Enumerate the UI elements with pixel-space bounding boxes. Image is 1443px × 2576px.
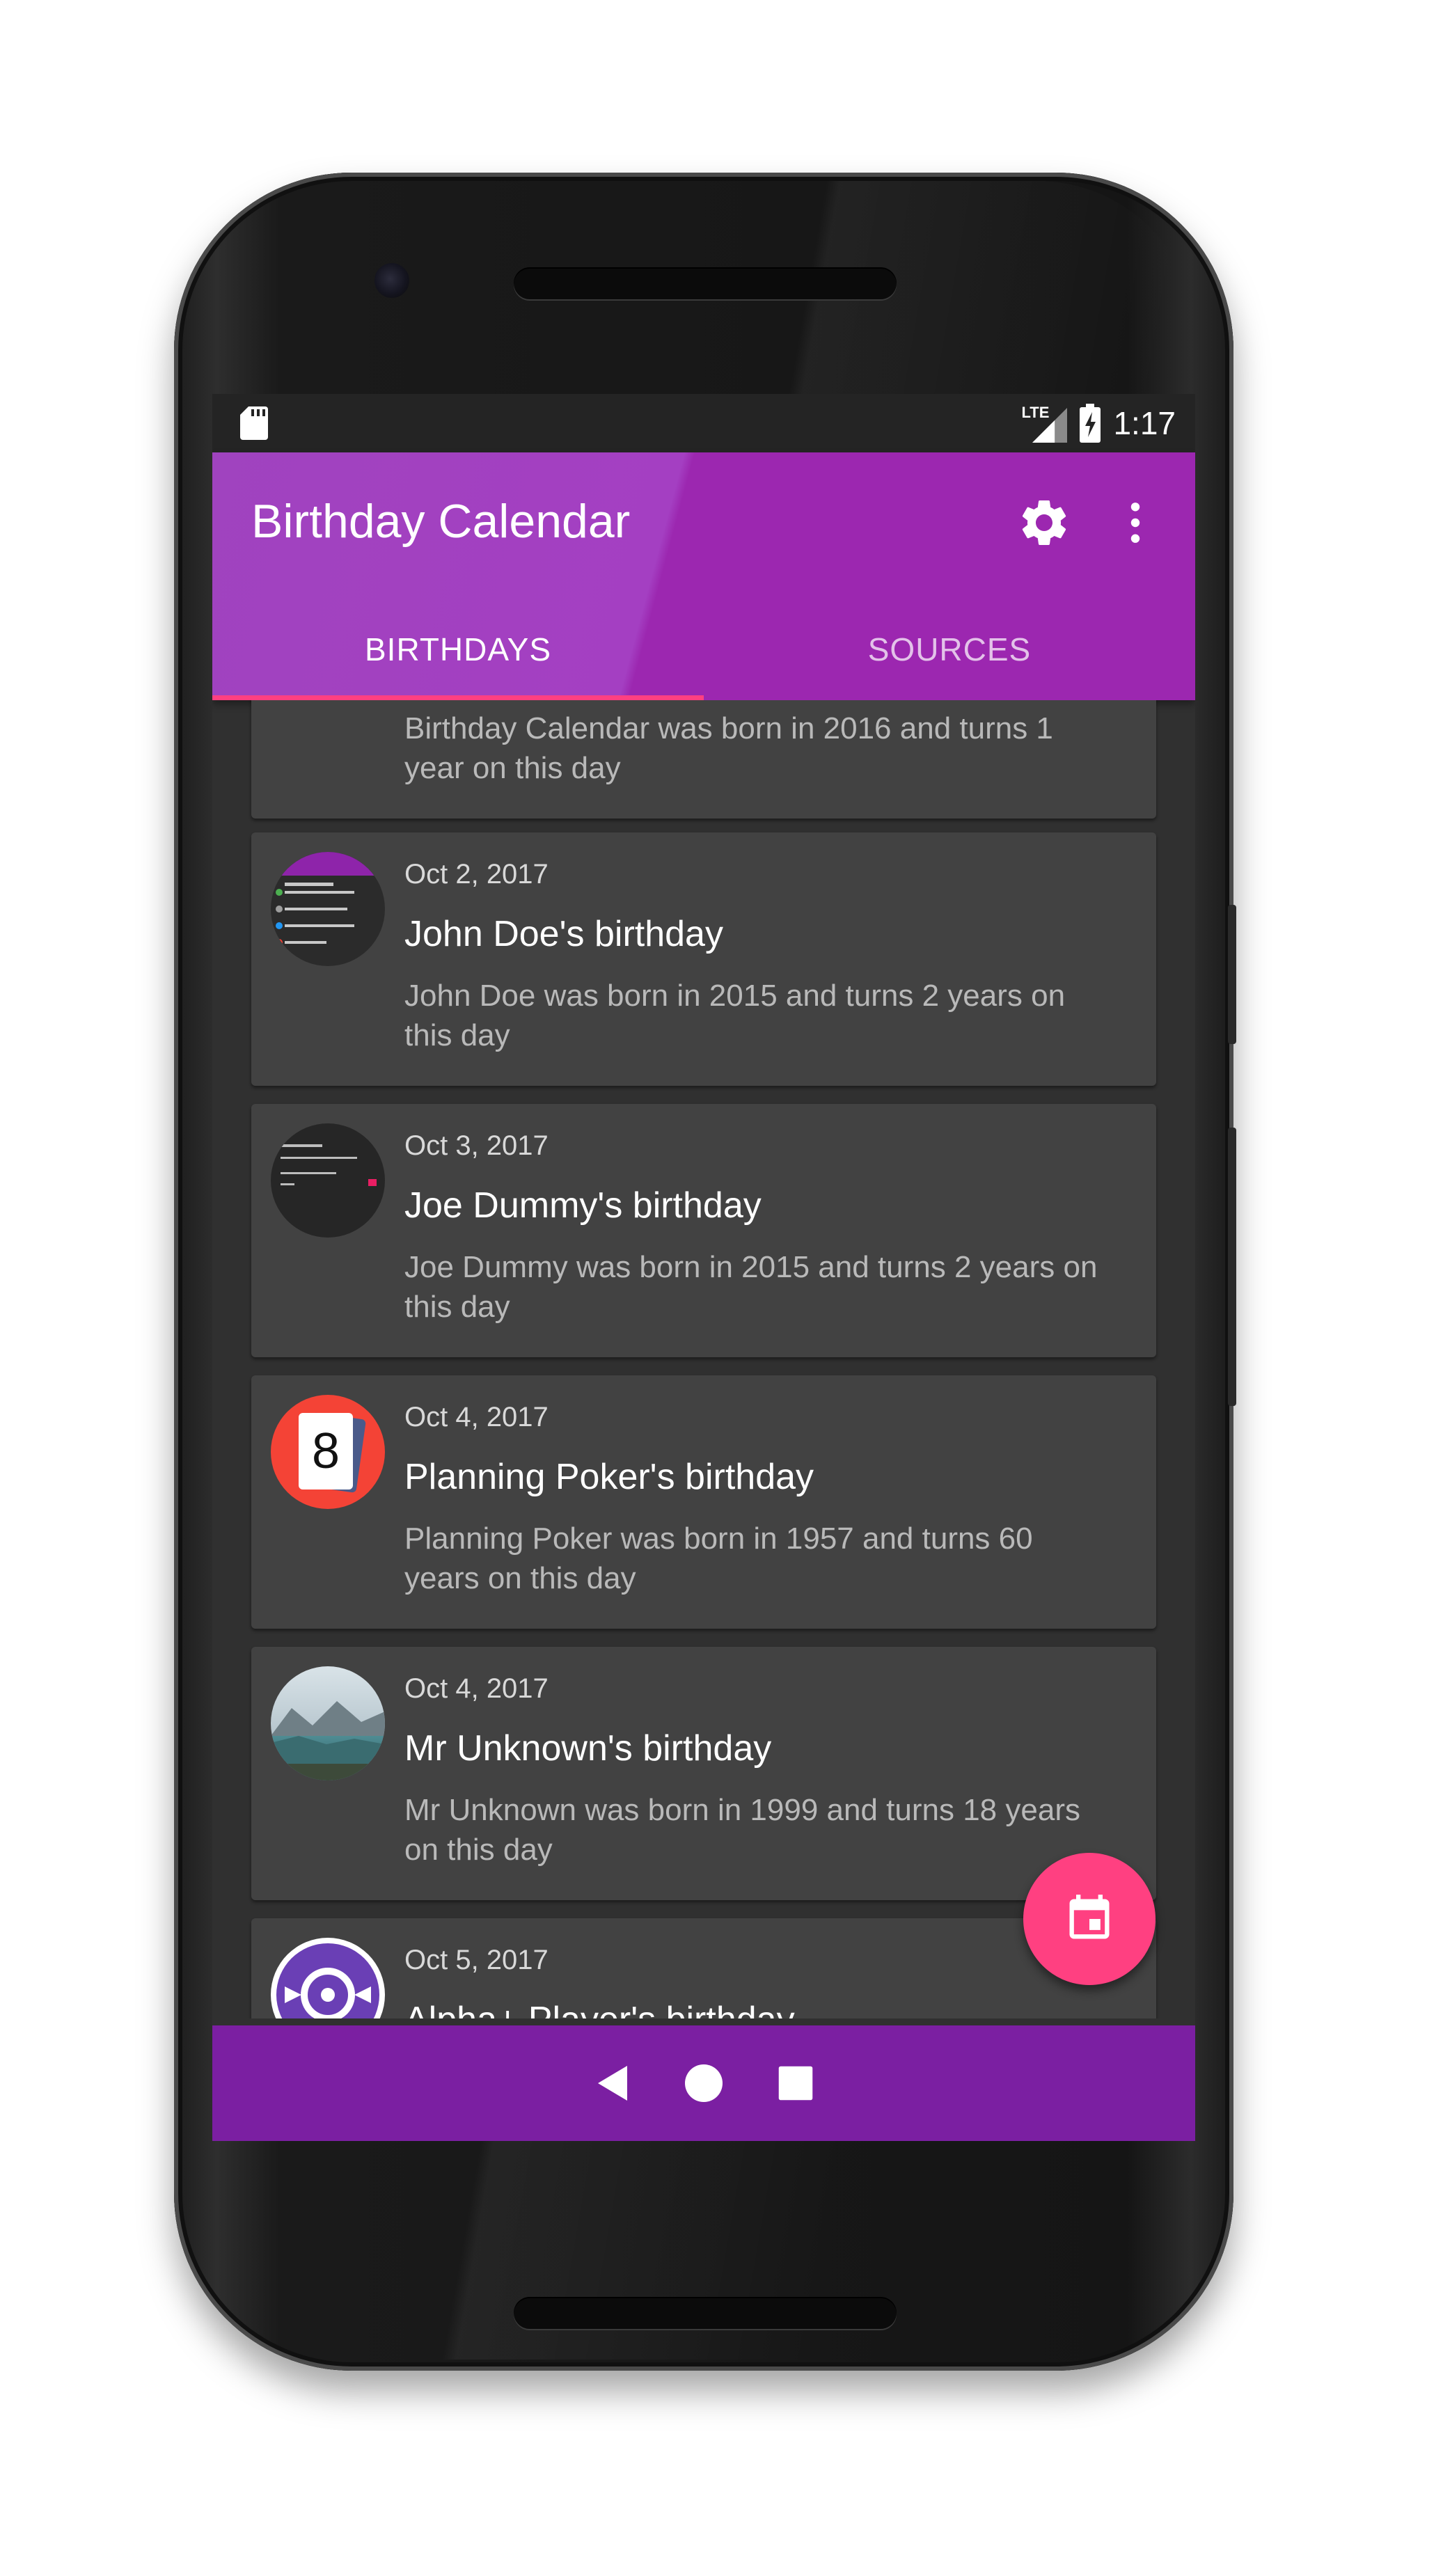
tab-bar: BIRTHDAYS SOURCES xyxy=(212,599,1195,700)
signal-icon xyxy=(1032,408,1068,443)
status-bar: LTE 1:17 xyxy=(212,394,1195,452)
bottom-speaker xyxy=(514,2297,897,2329)
avatar xyxy=(271,1123,385,1238)
sd-card-icon xyxy=(240,406,268,440)
birthday-description: Birthday Calendar was born in 2016 and t… xyxy=(404,711,1053,785)
birthday-date: Oct 5, 2017 xyxy=(404,1945,549,1975)
birthday-description: Planning Poker was born in 1957 and turn… xyxy=(404,1522,1033,1595)
birthday-title: Joe Dummy's birthday xyxy=(404,1185,762,1226)
tab-sources[interactable]: SOURCES xyxy=(704,599,1195,700)
settings-button[interactable] xyxy=(1013,491,1075,554)
birthday-description: John Doe was born in 2015 and turns 2 ye… xyxy=(404,979,1066,1052)
tab-selected-indicator xyxy=(212,695,704,700)
birthday-description: Joe Dummy was born in 2015 and turns 2 y… xyxy=(404,1250,1098,1324)
battery-charging-icon xyxy=(1080,404,1101,443)
phone-screen: LTE 1:17 Birthday Calendar BIRTHDAYS SOU… xyxy=(212,394,1195,2141)
birthday-title: Alpha+ Player's birthday xyxy=(404,1999,795,2018)
birthday-title: Planning Poker's birthday xyxy=(404,1457,814,1497)
landscape-photo-image xyxy=(271,1666,385,1780)
clock: 1:17 xyxy=(1113,405,1176,441)
status-indicators: LTE 1:17 xyxy=(1021,394,1176,452)
app-bar: Birthday Calendar BIRTHDAYS SOURCES xyxy=(212,452,1195,700)
list-item[interactable]: 8 Oct 4, 2017 Planning Poker's birthday … xyxy=(251,1375,1156,1629)
top-speaker xyxy=(514,267,897,299)
tab-sources-label: SOURCES xyxy=(867,631,1032,667)
back-triangle-icon xyxy=(598,2066,627,2101)
calendar-icon xyxy=(1069,1895,1110,1939)
gear-icon xyxy=(1022,500,1066,545)
add-to-calendar-button[interactable] xyxy=(1023,1853,1156,1985)
birthday-description: Mr Unknown was born in 1999 and turns 18… xyxy=(404,1793,1080,1867)
birthday-title: Mr Unknown's birthday xyxy=(404,1728,772,1769)
overflow-menu-button[interactable] xyxy=(1114,491,1156,554)
music-player-icon xyxy=(276,1943,379,2018)
avatar: 8 xyxy=(271,1395,385,1509)
home-circle-icon xyxy=(685,2064,723,2102)
signal-indicator: LTE xyxy=(1021,404,1068,443)
birthday-date: Oct 2, 2017 xyxy=(404,859,549,890)
list-item[interactable]: Oct 5, 2017 Alpha+ Player's birthday xyxy=(251,1918,1156,2018)
birthday-date: Oct 4, 2017 xyxy=(404,1402,549,1432)
list-item[interactable]: Oct 2, 2017 John Doe's birthday John Doe… xyxy=(251,832,1156,1086)
avatar-card-number: 8 xyxy=(311,1423,340,1479)
system-navigation-bar xyxy=(212,2025,1195,2141)
avatar xyxy=(271,852,385,966)
app-title: Birthday Calendar xyxy=(251,495,631,548)
birthday-date: Oct 3, 2017 xyxy=(404,1130,549,1161)
screenshot-thumbnail-image xyxy=(271,1123,385,1238)
birthday-title: John Doe's birthday xyxy=(404,914,723,954)
list-item[interactable]: Oct 4, 2017 Mr Unknown's birthday Mr Unk… xyxy=(251,1647,1156,1900)
more-vert-icon xyxy=(1130,503,1140,543)
volume-button xyxy=(1228,1128,1236,1406)
avatar xyxy=(271,1666,385,1780)
list-item[interactable]: Birthday Calendar was born in 2016 and t… xyxy=(251,700,1156,819)
tab-birthdays-label: BIRTHDAYS xyxy=(364,631,552,667)
tab-birthdays[interactable]: BIRTHDAYS xyxy=(212,599,704,700)
screenshot-thumbnail-image xyxy=(271,852,385,966)
home-button[interactable] xyxy=(669,2048,739,2118)
power-button xyxy=(1228,905,1236,1044)
back-button[interactable] xyxy=(578,2048,648,2118)
list-item[interactable]: Oct 3, 2017 Joe Dummy's birthday Joe Dum… xyxy=(251,1104,1156,1357)
birthday-date: Oct 4, 2017 xyxy=(404,1673,549,1704)
recents-square-icon xyxy=(778,2066,813,2101)
front-camera xyxy=(374,263,409,298)
avatar xyxy=(271,1938,385,2018)
birthday-list[interactable]: Birthday Calendar was born in 2016 and t… xyxy=(212,700,1195,2018)
recents-button[interactable] xyxy=(761,2048,830,2118)
